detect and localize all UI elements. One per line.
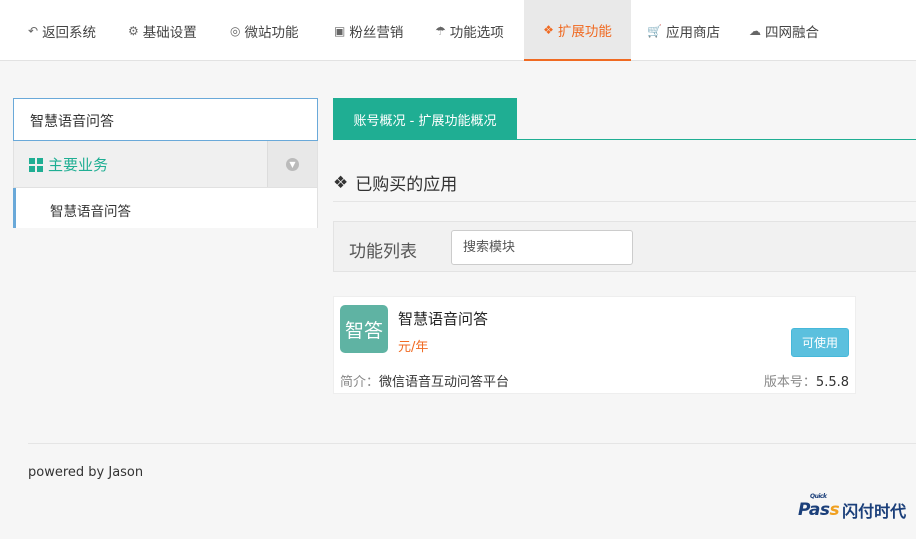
available-button[interactable]: 可使用 <box>791 328 849 357</box>
nav-item-function-options[interactable]: ☂ 功能选项 <box>435 0 504 61</box>
nav-item-label: 粉丝营销 <box>349 24 404 41</box>
nav-item-microsite[interactable]: ◎ 微站功能 <box>230 0 298 61</box>
gift-icon: ▣ <box>334 23 346 38</box>
cubes-icon: ❖ <box>543 22 554 37</box>
nav-item-label: 四网融合 <box>765 24 819 41</box>
divider <box>333 201 916 202</box>
nav-item-four-network[interactable]: ☁ 四网融合 <box>749 0 819 61</box>
quickpass-logo: Quick Pass 闪付时代 <box>798 493 907 523</box>
top-nav: ↶ 返回系统 ⚙ 基础设置 ◎ 微站功能 ▣ 粉丝营销 ☂ 功能选项 ❖ 扩展功… <box>0 0 916 61</box>
brand-quick-text: Quick <box>810 493 827 500</box>
nav-item-label: 扩展功能 <box>557 23 612 40</box>
brand-pass-s: s <box>829 500 840 520</box>
nav-item-fan-marketing[interactable]: ▣ 粉丝营销 <box>334 0 403 61</box>
app-version: 版本号：5.5.8 <box>764 371 849 390</box>
nav-item-label: 应用商店 <box>665 24 720 41</box>
tab-account-overview[interactable]: 账号概况 - 扩展功能概况 <box>333 98 517 140</box>
sidebar-search-input[interactable]: 智慧语音问答 <box>13 98 318 141</box>
nav-item-back[interactable]: ↶ 返回系统 <box>28 0 96 61</box>
reply-icon: ↶ <box>28 23 39 38</box>
nav-item-label: 功能选项 <box>449 24 504 41</box>
app-price: 元/年 <box>398 340 429 355</box>
section-title-label: 已购买的应用 <box>355 175 458 195</box>
cubes-icon: ❖ <box>333 172 349 193</box>
sidebar-group-title: 主要业务 <box>29 154 108 175</box>
sidebar-item-voice-qa[interactable]: 智慧语音问答 <box>13 188 318 228</box>
app-description: 简介：微信语音互动问答平台 <box>340 371 509 390</box>
brand-chinese-text: 闪付时代 <box>842 502 907 521</box>
module-search-input[interactable] <box>451 230 633 265</box>
section-title: ❖ 已购买的应用 <box>333 170 458 196</box>
cart-icon: 🛒 <box>647 23 662 38</box>
cloud-download-icon: ☁ <box>749 23 761 38</box>
nav-item-basic-settings[interactable]: ⚙ 基础设置 <box>128 0 197 61</box>
app-name: 智慧语音问答 <box>398 310 489 328</box>
brand-pass-a: Pas <box>798 500 830 520</box>
sidebar-group-label: 主要业务 <box>48 156 109 174</box>
nav-item-app-store[interactable]: 🛒 应用商店 <box>647 0 720 61</box>
gear-icon: ⚙ <box>128 23 139 38</box>
nav-item-label: 基础设置 <box>142 24 197 41</box>
grid-icon <box>29 157 43 172</box>
footer-divider <box>28 443 916 444</box>
function-list-label: 功能列表 <box>349 242 417 262</box>
collapse-toggle-button[interactable]: ▼ <box>267 141 317 187</box>
app-logo: 智答 <box>340 305 388 353</box>
app-description-value: 微信语音互动问答平台 <box>379 375 510 390</box>
sidebar-group-main-business[interactable]: 主要业务 ▼ <box>13 141 318 188</box>
nav-item-label: 返回系统 <box>42 24 97 41</box>
brand-pass-text: Quick Pass <box>798 493 840 520</box>
nav-item-extensions[interactable]: ❖ 扩展功能 <box>524 0 631 61</box>
umbrella-icon: ☂ <box>435 23 446 38</box>
app-version-label: 版本号： <box>763 375 816 390</box>
app-card[interactable]: 智答 智慧语音问答 元/年 可使用 简介：微信语音互动问答平台 版本号：5.5.… <box>333 296 856 394</box>
nav-item-label: 微站功能 <box>244 24 299 41</box>
function-list-panel: 功能列表 <box>333 221 916 272</box>
powered-by-text: powered by Jason <box>28 465 144 480</box>
lifebuoy-icon: ◎ <box>230 23 241 38</box>
app-version-value: 5.5.8 <box>815 375 849 390</box>
chevron-down-icon: ▼ <box>286 157 299 171</box>
app-description-label: 简介： <box>340 375 380 390</box>
